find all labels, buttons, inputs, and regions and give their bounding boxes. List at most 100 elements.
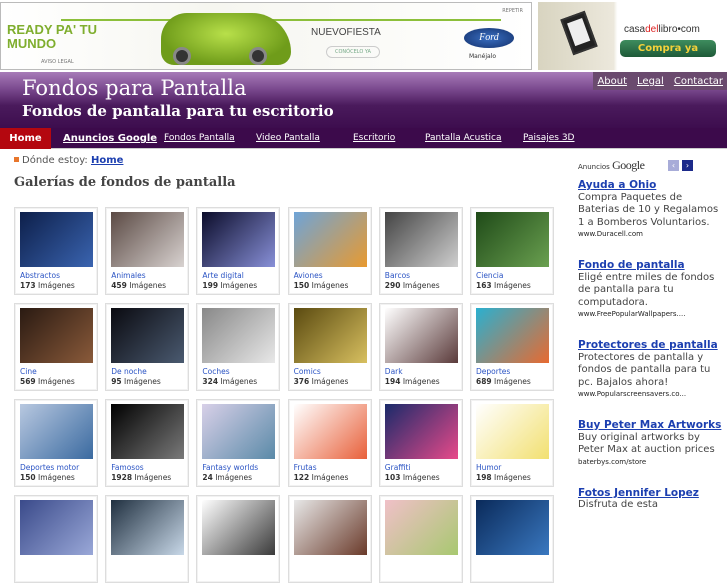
gallery-name[interactable]: Frutas <box>294 463 317 472</box>
gallery-tile[interactable] <box>378 495 463 583</box>
ad-url[interactable]: baterbys.com/store <box>578 457 723 467</box>
ad-title-link[interactable]: Protectores de pantalla <box>578 339 723 352</box>
nav-pantalla-acustica[interactable]: Pantalla Acustica <box>425 128 502 149</box>
gallery-thumbnail[interactable] <box>111 500 185 555</box>
nav-escritorio[interactable]: Escritorio <box>353 128 395 149</box>
gallery-tile[interactable]: Arte digital 199 Imágenes <box>196 207 281 295</box>
gallery-tile[interactable] <box>196 495 281 583</box>
gallery-thumbnail[interactable] <box>476 404 549 459</box>
gallery-name[interactable]: Humor <box>476 463 501 472</box>
ad-replay[interactable]: REPETIR <box>502 8 523 14</box>
gallery-name[interactable]: Aviones <box>294 271 323 280</box>
gallery-name[interactable]: Coches <box>202 367 229 376</box>
gallery-thumbnail[interactable] <box>384 404 458 459</box>
gallery-name[interactable]: De noche <box>111 367 147 376</box>
gallery-thumbnail[interactable] <box>111 404 185 459</box>
gallery-name[interactable]: Animales <box>111 271 145 280</box>
gallery-tile[interactable]: Abstractos 173 Imágenes <box>14 207 98 295</box>
gallery-name[interactable]: Fantasy worlds <box>202 463 258 472</box>
gallery-tile[interactable]: Animales 459 Imágenes <box>105 207 190 295</box>
ad-cta[interactable]: CONÓCELO YA <box>326 46 380 58</box>
gallery-thumbnail[interactable] <box>293 308 367 363</box>
about-link[interactable]: About <box>597 76 627 87</box>
gallery-tile[interactable]: Deportes 689 Imágenes <box>470 303 554 391</box>
ad-legal-link[interactable]: AVISO LEGAL <box>41 59 74 65</box>
gallery-thumbnail[interactable] <box>111 308 185 363</box>
prev-arrow-icon[interactable]: ‹ <box>668 160 679 171</box>
buy-button[interactable]: Compra ya <box>620 40 716 57</box>
ad-title-link[interactable]: Buy Peter Max Artworks <box>578 419 723 432</box>
breadcrumb-home[interactable]: Home <box>91 155 123 166</box>
gallery-tile[interactable]: Coches 324 Imágenes <box>196 303 281 391</box>
gallery-thumbnail[interactable] <box>202 404 276 459</box>
nav-video-pantalla[interactable]: Video Pantalla <box>256 128 320 149</box>
ad-url[interactable]: www.FreePopularWallpapers.... <box>578 309 723 319</box>
gallery-name[interactable]: Arte digital <box>202 271 243 280</box>
gallery-tile[interactable] <box>14 495 98 583</box>
contact-link[interactable]: Contactar <box>674 76 723 87</box>
gallery-tile[interactable]: Frutas 122 Imágenes <box>287 399 372 487</box>
ad-brand: casadellibro•com <box>624 24 700 35</box>
ad-title-link[interactable]: Fotos Jennifer Lopez <box>578 487 723 500</box>
gallery-tile[interactable]: Humor 198 Imágenes <box>470 399 554 487</box>
gallery-thumbnail[interactable] <box>384 500 458 555</box>
gallery-tile[interactable] <box>470 495 554 583</box>
nav-home[interactable]: Home <box>0 128 51 149</box>
ad-title-link[interactable]: Fondo de pantalla <box>578 259 723 272</box>
site-title[interactable]: Fondos para Pantalla <box>22 76 246 100</box>
gallery-thumbnail[interactable] <box>20 308 93 363</box>
gallery-thumbnail[interactable] <box>111 212 185 267</box>
gallery-thumbnail[interactable] <box>293 404 367 459</box>
gallery-thumbnail[interactable] <box>20 212 93 267</box>
gallery-thumbnail[interactable] <box>20 500 93 555</box>
next-arrow-icon[interactable]: › <box>682 160 693 171</box>
ad-title-link[interactable]: Ayuda a Ohio <box>578 179 723 192</box>
legal-link[interactable]: Legal <box>637 76 664 87</box>
gallery-name[interactable]: Deportes <box>476 367 510 376</box>
gallery-tile[interactable]: De noche 95 Imágenes <box>105 303 190 391</box>
gallery-name[interactable]: Ciencia <box>476 271 504 280</box>
gallery-tile[interactable]: Ciencia 163 Imágenes <box>470 207 554 295</box>
ereader-image <box>560 10 598 56</box>
nav-anuncios-google[interactable]: Anuncios Google <box>63 128 157 149</box>
gallery-name[interactable]: Famosos <box>111 463 144 472</box>
gallery-thumbnail[interactable] <box>384 308 458 363</box>
gallery-tile[interactable]: Aviones 150 Imágenes <box>287 207 372 295</box>
ad-url[interactable]: www.Popularscreensavers.co... <box>578 389 723 399</box>
gallery-tile[interactable] <box>287 495 372 583</box>
gallery-thumbnail[interactable] <box>202 308 276 363</box>
gallery-thumbnail[interactable] <box>476 212 549 267</box>
gallery-thumbnail[interactable] <box>293 212 367 267</box>
gallery-thumbnail[interactable] <box>202 500 276 555</box>
gallery-tile[interactable]: Barcos 290 Imágenes <box>378 207 463 295</box>
site-subtitle: Fondos de pantalla para tu escritorio <box>22 102 334 120</box>
gallery-thumbnail[interactable] <box>202 212 276 267</box>
gallery-tile[interactable]: Fantasy worlds 24 Imágenes <box>196 399 281 487</box>
gallery-tile[interactable] <box>105 495 190 583</box>
gallery-name[interactable]: Comics <box>294 367 321 376</box>
gallery-tile[interactable]: Dark 194 Imágenes <box>378 303 463 391</box>
gallery-thumbnail[interactable] <box>293 500 367 555</box>
gallery-name[interactable]: Dark <box>385 367 403 376</box>
gallery-count: 376 Imágenes <box>293 377 349 386</box>
gallery-name[interactable]: Abstractos <box>20 271 60 280</box>
gallery-tile[interactable]: Cine 569 Imágenes <box>14 303 98 391</box>
ad-url[interactable]: www.Duracell.com <box>578 229 723 239</box>
gallery-name[interactable]: Barcos <box>385 271 410 280</box>
nav-paisajes-3d[interactable]: Paisajes 3D <box>523 128 575 149</box>
casadellibro-ad[interactable]: casadellibro•com Compra ya <box>538 2 727 70</box>
ford-banner-ad[interactable]: READY PA' TU MUNDO AVISO LEGAL NUEVOFIES… <box>0 2 532 70</box>
gallery-name[interactable]: Graffiti <box>385 463 411 472</box>
gallery-name[interactable]: Cine <box>20 367 37 376</box>
gallery-tile[interactable]: Famosos 1928 Imágenes <box>105 399 190 487</box>
ad-decoration <box>61 19 501 21</box>
nav-fondos-pantalla[interactable]: Fondos Pantalla <box>164 128 235 149</box>
gallery-thumbnail[interactable] <box>476 500 549 555</box>
gallery-name[interactable]: Deportes motor <box>20 463 79 472</box>
gallery-tile[interactable]: Deportes motor 150 Imágenes <box>14 399 98 487</box>
gallery-tile[interactable]: Graffiti 103 Imágenes <box>378 399 463 487</box>
gallery-tile[interactable]: Comics 376 Imágenes <box>287 303 372 391</box>
gallery-thumbnail[interactable] <box>476 308 549 363</box>
gallery-thumbnail[interactable] <box>20 404 93 459</box>
gallery-thumbnail[interactable] <box>384 212 458 267</box>
